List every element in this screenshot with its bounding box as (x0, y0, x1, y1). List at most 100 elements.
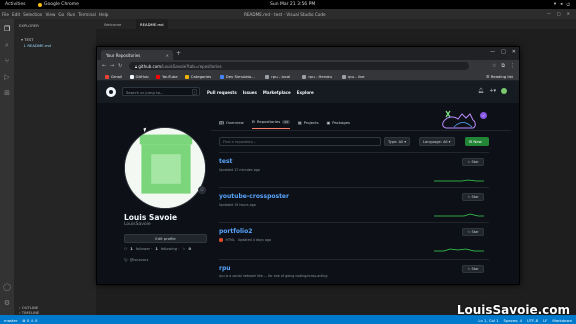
menu-item-view[interactable]: View (45, 12, 55, 17)
gear-icon[interactable]: ⚙ (3, 299, 11, 307)
tab-readme[interactable]: README.md (136, 19, 168, 29)
tab-count: 23 (282, 119, 291, 124)
close-icon[interactable]: ✕ (567, 11, 570, 16)
system-tray[interactable]: ▾ ◂ ⏻ (554, 2, 570, 8)
nav-pull-requests[interactable]: Pull requests (207, 90, 237, 95)
tab-projects[interactable]: ▦ Projects (298, 119, 319, 129)
repository-name-link[interactable]: portfolio2 (219, 228, 252, 235)
minimize-icon[interactable]: — (547, 11, 551, 16)
bookmarks-bar: ☰ Reading list Gmail GitHub YouTube Categor… (97, 72, 519, 81)
app-menu[interactable]: Google Chrome (38, 2, 79, 7)
bookmark-item[interactable]: rpu - local (265, 74, 290, 79)
extensions-icon[interactable]: ⊞ (3, 89, 11, 97)
tab-overview[interactable]: 📖︎ Overview (219, 119, 244, 129)
reading-list-label: Reading list (490, 74, 513, 79)
tab-welcome[interactable]: Welcome (100, 19, 125, 29)
github-search-input[interactable]: Search or jump to... / (122, 87, 200, 96)
bell-icon[interactable]: 🔔︎ (478, 88, 484, 94)
followers-label[interactable]: follower · (136, 247, 153, 251)
avatar[interactable] (501, 88, 507, 94)
indentation[interactable]: Spaces: 4 (504, 318, 522, 323)
star-button[interactable]: ☆ Star (462, 228, 484, 236)
profile-avatar[interactable] (124, 127, 206, 209)
search-shortcut: / (191, 89, 197, 95)
maximize-icon[interactable]: □ (557, 11, 561, 16)
back-icon[interactable]: ← (102, 63, 106, 69)
star-button[interactable]: ☆ Star (462, 265, 484, 273)
menu-item-run[interactable]: Run (67, 12, 75, 17)
menu-item-help[interactable]: Help (99, 12, 109, 17)
stars-count[interactable]: 0 (189, 247, 192, 251)
nav-marketplace[interactable]: Marketplace (263, 90, 291, 95)
bookmark-item[interactable]: Gmail (105, 74, 122, 79)
bookmark-item[interactable]: GitHub (129, 74, 149, 79)
menu-icon[interactable]: ⋮ (510, 63, 515, 69)
new-repository-button[interactable]: ⊟ New (465, 137, 489, 146)
following-label[interactable]: following · (161, 247, 179, 251)
address-bar[interactable]: 🔒︎ github.com/LouisSavoie?tab=repositori… (129, 62, 469, 70)
plus-icon[interactable]: +▾ (489, 88, 496, 94)
reload-icon[interactable]: ↻ (118, 63, 122, 69)
star-button[interactable]: ☆ Star (462, 193, 484, 201)
edit-profile-button[interactable]: Edit profile (124, 234, 207, 243)
language-filter-button[interactable]: Language: All ▾ (419, 137, 455, 146)
search-icon[interactable]: ⌕ (3, 41, 11, 49)
repository-name-link[interactable]: youtube-crossposter (219, 193, 289, 200)
search-placeholder: Search or jump to... (126, 89, 164, 95)
nav-explore[interactable]: Explore (297, 90, 314, 95)
menu-item-terminal[interactable]: Terminal (78, 12, 96, 17)
menu-item-edit[interactable]: Edit (12, 12, 20, 17)
tab-repositories[interactable]: ⊟ Repositories 23 (251, 119, 291, 129)
folder-item[interactable]: ▾ TEST (21, 37, 34, 42)
menu-item-go[interactable]: Go (58, 12, 64, 17)
clock[interactable]: Sun Mar 21 3:56 PM (270, 2, 315, 7)
forward-icon[interactable]: → (110, 63, 114, 69)
close-tab-icon[interactable]: ✕ (166, 53, 169, 58)
star-button[interactable]: ☆ Star (462, 158, 484, 166)
maximize-icon[interactable]: □ (501, 49, 506, 55)
github-logo-icon[interactable] (106, 87, 116, 97)
bookmark-item[interactable]: rpu - Heroku (302, 74, 332, 79)
find-repository-input[interactable]: Find a repository... (219, 137, 381, 146)
set-status-icon[interactable]: ☺ (198, 186, 206, 194)
bookmark-item[interactable]: YouTube (156, 74, 178, 79)
follow-stats: ⚇ 1 follower · 1 following · ☆ 0 (124, 247, 191, 251)
minimize-icon[interactable]: — (490, 49, 495, 55)
star-label: Star (471, 267, 479, 271)
bookmark-item[interactable]: rpu - live (341, 74, 365, 79)
bookmark-item[interactable]: Dev Simulato... (219, 74, 255, 79)
followers-count[interactable]: 1 (130, 247, 133, 251)
browser-tab[interactable]: Your Repositories ✕ (101, 50, 173, 60)
cursor-position[interactable]: Ln 1, Col 1 (478, 318, 498, 323)
files-icon[interactable]: ❐ (3, 25, 11, 33)
encoding[interactable]: UTF-8 (527, 318, 538, 323)
repository-name-link[interactable]: rpu (219, 265, 231, 272)
twitter-link[interactable]: 🐦︎ @lsnavarz (124, 258, 148, 262)
bookmark-item[interactable]: Categories (184, 74, 211, 79)
activities-button[interactable]: Activities (5, 2, 26, 7)
reading-list[interactable]: ☰ Reading list (486, 74, 513, 79)
run-debug-icon[interactable]: ▷ (3, 73, 11, 81)
repository-meta: HTML Updated 4 days ago (219, 238, 271, 242)
new-tab-icon[interactable]: + (176, 50, 181, 57)
branch-status[interactable]: master (4, 318, 17, 323)
eol[interactable]: LF (543, 318, 547, 323)
source-control-icon[interactable]: ⑂ (3, 57, 11, 65)
bookmark-label: rpu - live (347, 74, 365, 79)
nav-issues[interactable]: Issues (243, 90, 257, 95)
language-mode[interactable]: Markdown (552, 318, 572, 323)
account-icon[interactable]: ◯ (3, 283, 11, 291)
star-bookmark-icon[interactable]: ☆ (492, 63, 496, 69)
menu-item-selection[interactable]: Selection (23, 12, 42, 17)
file-item[interactable]: ↓ README.md (23, 43, 51, 48)
repository-item: youtube-crossposter Updated 19 hours ago ☆… (219, 187, 489, 221)
problems-status[interactable]: ⊗ 0 ⚠ 0 (22, 318, 37, 323)
tab-packages[interactable]: ▣ Packages (327, 119, 350, 129)
following-count[interactable]: 1 (155, 247, 158, 251)
bookmark-label: Gmail (111, 74, 123, 79)
menu-item-file[interactable]: File (2, 12, 9, 17)
puzzle-icon[interactable]: ⧉ (501, 63, 505, 69)
close-icon[interactable]: ✕ (512, 49, 516, 55)
repository-name-link[interactable]: test (219, 158, 232, 165)
type-filter-button[interactable]: Type: All ▾ (384, 137, 411, 146)
